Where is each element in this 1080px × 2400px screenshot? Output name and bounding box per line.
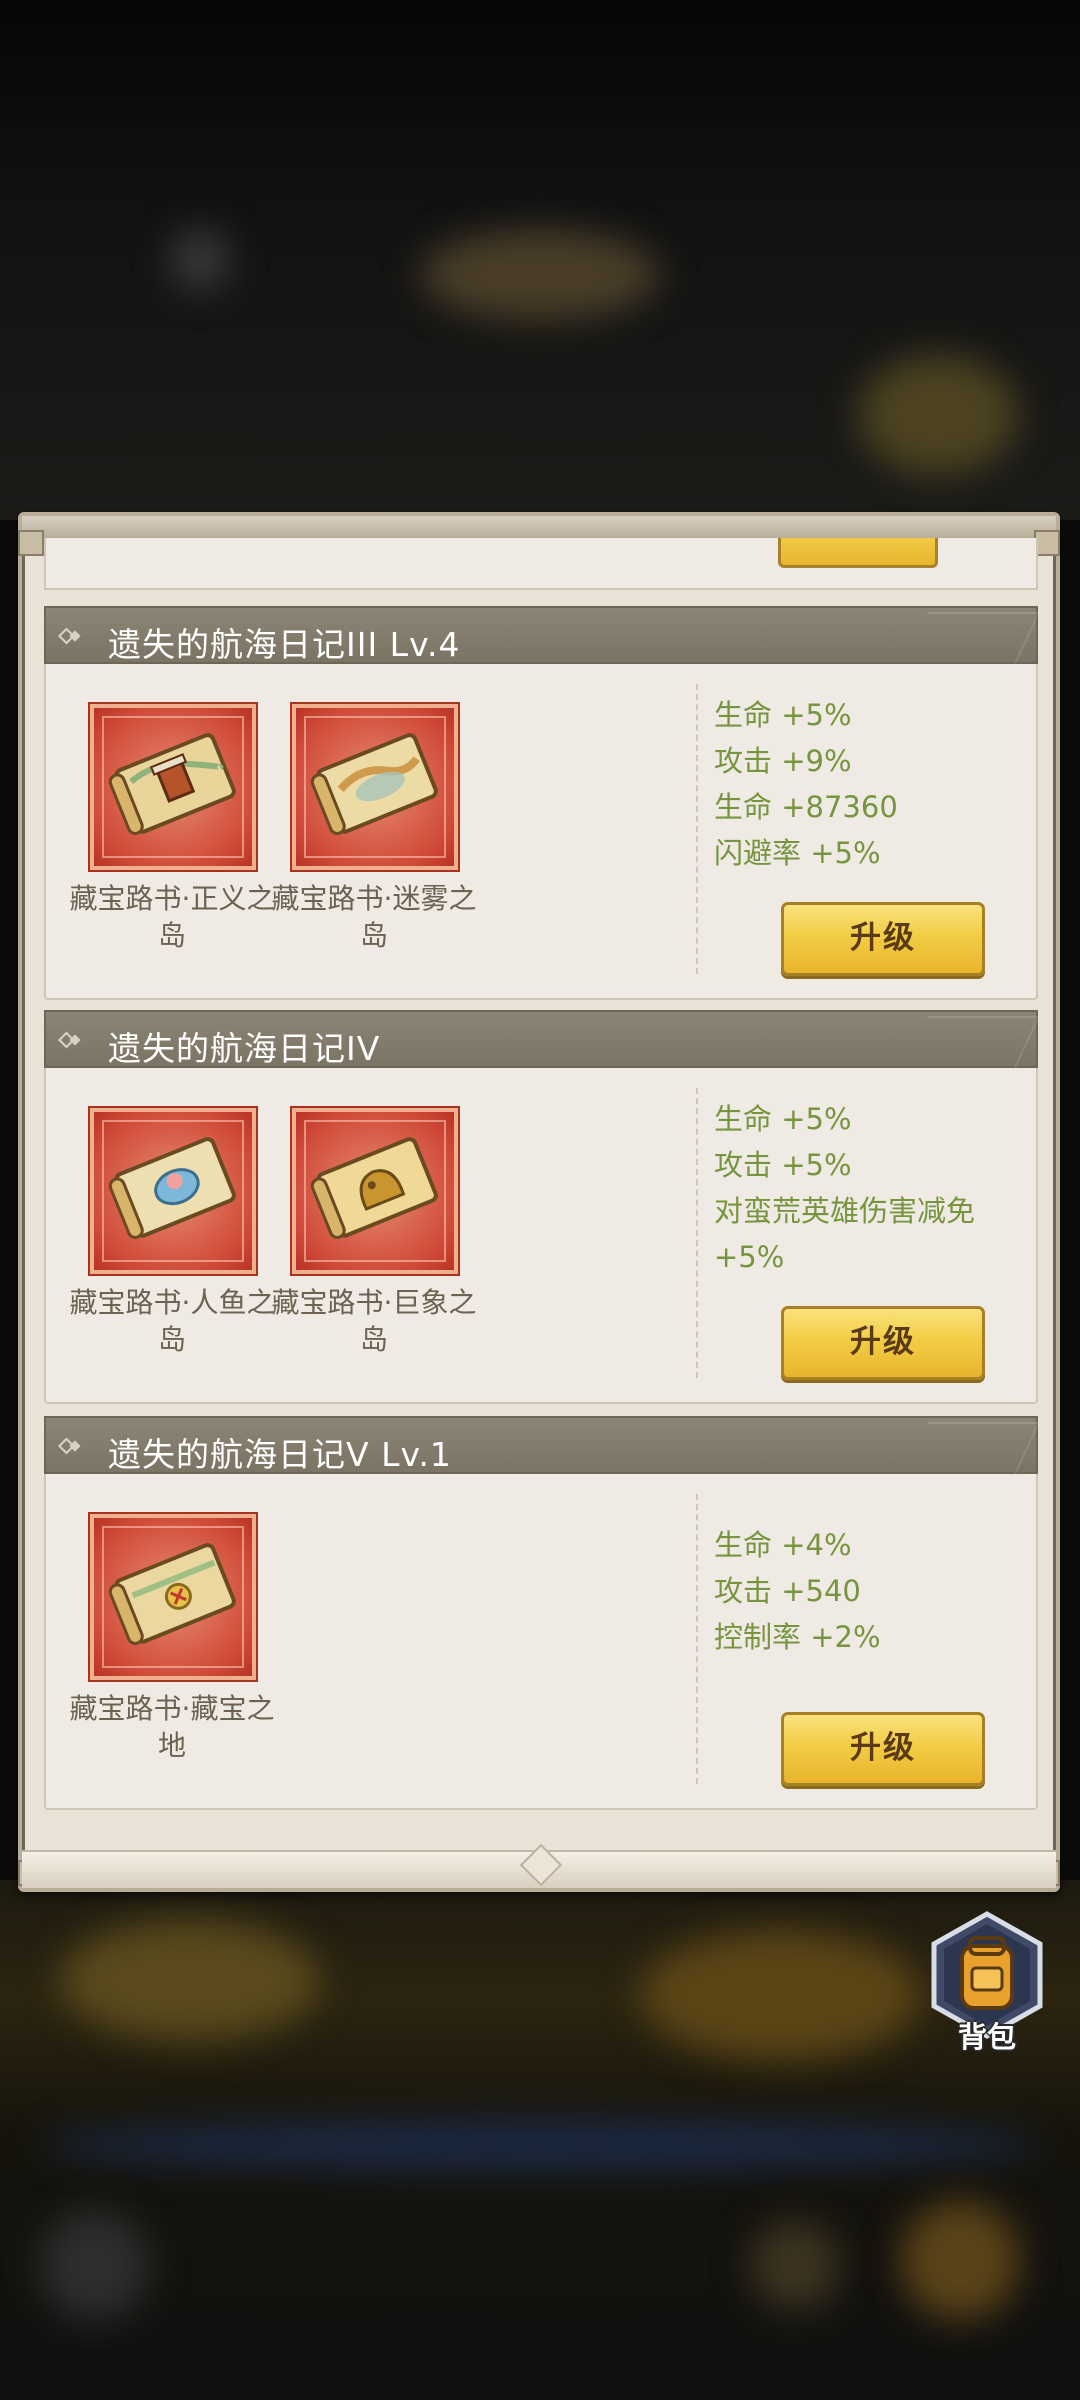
background-glow xyxy=(900,2200,1020,2320)
stat-line: 对蛮荒英雄伤害减免 xyxy=(714,1194,976,1228)
collection-panel: 遗失的航海日记III Lv.4 藏宝路书·正义之岛 藏宝路书·迷雾之岛 生命 +… xyxy=(18,512,1060,1892)
corner-ornament xyxy=(18,530,44,556)
treasure-map-mermaid-island-icon xyxy=(108,1137,236,1239)
stat-line: 闪避率 +5% xyxy=(714,836,881,870)
item-name: 藏宝路书·正义之岛 xyxy=(69,882,275,952)
stat-line: 攻击 +5% xyxy=(714,1148,852,1182)
background-glow xyxy=(60,1920,320,2040)
background-glow xyxy=(640,1930,920,2060)
background-glow xyxy=(858,355,1018,475)
set-header: 遗失的航海日记V Lv.1 xyxy=(44,1416,1038,1474)
set-title: 遗失的航海日记III Lv.4 xyxy=(108,625,461,664)
item-frame xyxy=(90,704,256,870)
set-bonus-stats: 生命 +5% 攻击 +9% 生命 +87360 闪避率 +5% xyxy=(714,692,1034,876)
diamond-arrow-icon xyxy=(58,627,81,645)
previous-set-card xyxy=(44,538,1038,590)
backpack-label: 背包 xyxy=(957,2020,1016,2054)
stat-line: 生命 +5% xyxy=(714,1102,852,1136)
item-frame xyxy=(90,1108,256,1274)
set-body: 藏宝路书·人鱼之岛 藏宝路书·巨象之岛 生命 +5% 攻击 +5% 对蛮荒英雄伤… xyxy=(44,1068,1038,1404)
header-decoration xyxy=(903,1016,1038,1068)
set-body: 藏宝路书·正义之岛 藏宝路书·迷雾之岛 生命 +5% 攻击 +9% 生命 +87… xyxy=(44,664,1038,1000)
backpack-button[interactable]: 背包 xyxy=(922,1910,1052,2060)
stat-line: +5% xyxy=(714,1240,785,1274)
item-name: 藏宝路书·人鱼之岛 xyxy=(69,1286,275,1356)
item-frame xyxy=(90,1514,256,1680)
set-body: 藏宝路书·藏宝之地 生命 +4% 攻击 +540 控制率 +2% 升级 xyxy=(44,1474,1038,1810)
treasure-map-justice-island-icon xyxy=(108,733,236,835)
stat-line: 攻击 +540 xyxy=(714,1574,861,1608)
item-name: 藏宝路书·迷雾之岛 xyxy=(271,882,477,952)
item-frame xyxy=(292,1108,458,1274)
set-bonus-stats: 生命 +4% 攻击 +540 控制率 +2% xyxy=(714,1522,1034,1660)
header-decoration xyxy=(903,1422,1038,1474)
column-divider xyxy=(696,1494,698,1784)
panel-bottom-border xyxy=(22,1843,1056,1888)
set-list[interactable]: 遗失的航海日记III Lv.4 藏宝路书·正义之岛 藏宝路书·迷雾之岛 生命 +… xyxy=(44,538,1038,1846)
column-divider xyxy=(696,684,698,974)
stat-line: 生命 +4% xyxy=(714,1528,852,1562)
header-decoration xyxy=(903,612,1038,664)
background-glow xyxy=(40,2210,150,2320)
upgrade-button[interactable]: 升级 xyxy=(781,1712,985,1786)
treasure-map-treasure-land-icon xyxy=(108,1543,236,1645)
background-glow xyxy=(40,2120,1040,2170)
upgrade-button[interactable]: 升级 xyxy=(781,902,985,976)
upgrade-button[interactable] xyxy=(778,538,938,568)
panel-top-border xyxy=(22,516,1056,540)
treasure-map-mist-island-icon xyxy=(310,733,438,835)
stat-line: 控制率 +2% xyxy=(714,1620,881,1654)
diamond-arrow-icon xyxy=(58,1437,81,1455)
diamond-ornament xyxy=(519,1843,563,1887)
set-header: 遗失的航海日记III Lv.4 xyxy=(44,606,1038,664)
set-title: 遗失的航海日记V Lv.1 xyxy=(108,1435,452,1474)
upgrade-button[interactable]: 升级 xyxy=(781,1306,985,1380)
stat-line: 攻击 +9% xyxy=(714,744,852,778)
set-bonus-stats: 生命 +5% 攻击 +5% 对蛮荒英雄伤害减免 +5% xyxy=(714,1096,1034,1280)
background-glow xyxy=(750,2220,840,2310)
background-glow xyxy=(420,230,660,320)
column-divider xyxy=(696,1088,698,1378)
background-glow xyxy=(170,230,230,290)
diamond-arrow-icon xyxy=(58,1031,81,1049)
item-name: 藏宝路书·巨象之岛 xyxy=(271,1286,477,1356)
item-name: 藏宝路书·藏宝之地 xyxy=(69,1692,275,1762)
set-header: 遗失的航海日记IV xyxy=(44,1010,1038,1068)
treasure-map-elephant-island-icon xyxy=(310,1137,438,1239)
stat-line: 生命 +5% xyxy=(714,698,852,732)
set-title: 遗失的航海日记IV xyxy=(108,1029,381,1068)
item-frame xyxy=(292,704,458,870)
stat-line: 生命 +87360 xyxy=(714,790,898,824)
